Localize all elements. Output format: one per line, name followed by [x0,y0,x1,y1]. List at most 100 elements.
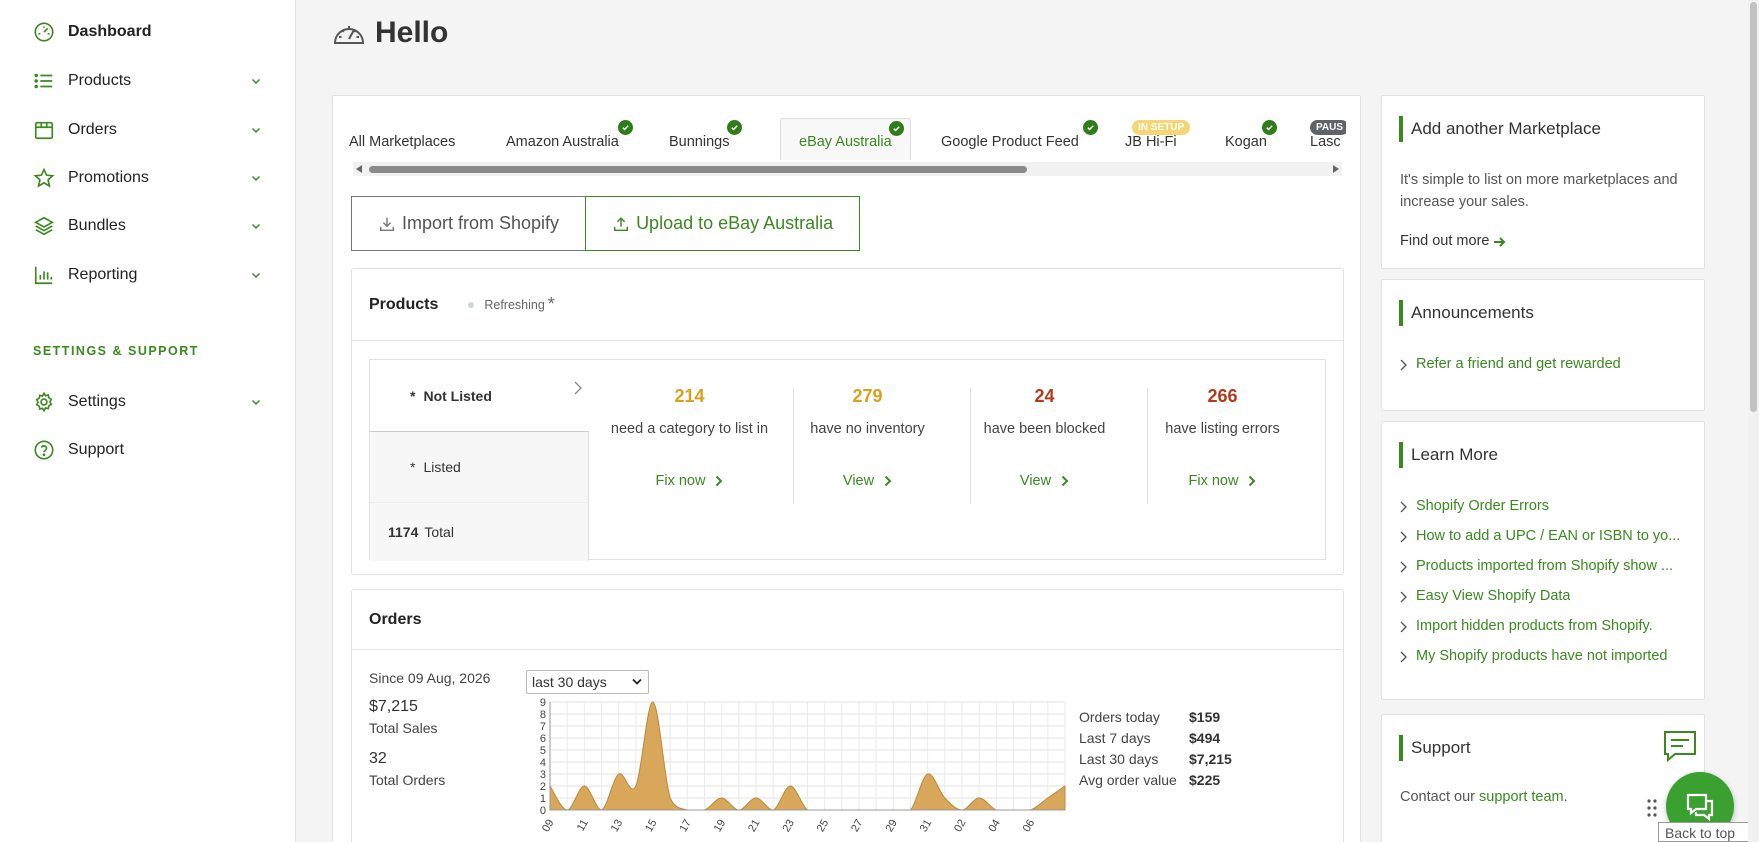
shopping-bag-icon [32,118,56,142]
support-team-link[interactable]: support team [1479,789,1564,805]
marker: * [410,459,416,475]
learn-link[interactable]: My Shopify products have not imported [1400,642,1690,672]
tab-bunnings[interactable]: Bunnings [669,118,742,160]
nav-orders[interactable]: Orders [32,115,264,145]
chevron-right-icon [1400,531,1407,543]
nav-settings[interactable]: Settings [32,387,264,417]
paused-badge: PAUS [1310,120,1346,135]
tab-lasc[interactable]: PAUS Lasc [1310,118,1346,160]
view-link[interactable]: View [843,473,892,489]
summary-value: $494 [1189,729,1221,746]
scroll-right-arrow-icon[interactable] [1333,165,1339,173]
chevron-down-icon [632,678,642,685]
total-sales-label: Total Sales [369,720,438,736]
import-from-shopify-button[interactable]: Import from Shopify [351,196,587,251]
check-circle-icon [1262,120,1277,135]
nav-dashboard[interactable]: Dashboard [32,17,264,47]
learn-link[interactable]: Easy View Shopify Data [1400,582,1690,612]
help-circle-icon [32,438,56,462]
drag-handle-icon[interactable] [1646,798,1658,821]
learn-more-card: Learn More Shopify Order Errors How to a… [1381,421,1705,700]
x-tick-label: 17 [677,818,694,835]
total-orders-value: 32 [369,750,387,767]
arrow-right-icon [1494,237,1506,247]
page-scrollbar[interactable] [1748,0,1759,842]
settings-support-heading: SETTINGS & SUPPORT [33,344,199,358]
announcements-title: Announcements [1399,300,1534,326]
products-panel: Products Refreshing * * Not Listed * Lis… [351,268,1344,575]
check-circle-icon [889,121,904,136]
stat-no-inventory: 279 have no inventory View [779,386,956,489]
summary-label: Last 30 days [1079,750,1159,767]
summary-row: Last 7 days $494 [1079,727,1232,748]
chevron-right-icon [1249,475,1256,487]
learn-link[interactable]: How to add a UPC / EAN or ISBN to yo... [1400,522,1690,552]
import-button-label: Import from Shopify [402,213,560,233]
summary-label: Avg order value [1079,771,1177,788]
y-tick-label: 4 [540,757,546,769]
upload-to-ebay-button[interactable]: Upload to eBay Australia [585,196,861,251]
tab-google-product-feed[interactable]: Google Product Feed [941,118,1098,160]
announcements-list: Refer a friend and get rewarded [1400,350,1690,380]
fix-now-link[interactable]: Fix now [656,473,724,489]
tab-jb-hi-fi[interactable]: IN SETUP JB Hi-Fi [1125,118,1191,160]
chevron-right-icon [1400,651,1407,663]
tab-listed[interactable]: * Listed [370,432,589,502]
product-stats: * Not Listed * Listed 1174 Total 214 nee… [369,359,1326,561]
stat-description: have no inventory [810,421,925,437]
learn-more-list: Shopify Order Errors How to add a UPC / … [1400,492,1690,672]
learn-link[interactable]: Shopify Order Errors [1400,492,1690,522]
tab-label: All Marketplaces [349,134,456,150]
nav-products-label: Products [68,72,132,89]
orders-header: Orders [352,590,1343,650]
orders-totals: Since 09 Aug, 2026 $7,215 Total Sales 32… [369,670,519,788]
announcement-link[interactable]: Refer a friend and get rewarded [1400,350,1690,380]
products-header: Products Refreshing * [352,269,1343,341]
nav-orders-label: Orders [68,121,117,138]
tab-not-listed[interactable]: * Not Listed [370,360,589,432]
summary-value: $159 [1189,708,1221,725]
add-marketplace-card: Add another Marketplace It's simple to l… [1381,95,1705,269]
fix-now-label: Fix now [655,473,706,489]
tab-kogan[interactable]: Kogan [1225,118,1277,160]
tab-label: Kogan [1225,134,1267,150]
in-setup-badge: IN SETUP [1132,120,1191,135]
tab-all-marketplaces[interactable]: All Marketplaces [349,118,455,160]
learn-link-label: Easy View Shopify Data [1416,588,1571,605]
find-out-more-link[interactable]: Find out more [1400,231,1690,253]
add-marketplace-title: Add another Marketplace [1399,116,1601,142]
period-select[interactable]: last 30 days [526,670,649,694]
view-link[interactable]: View [1020,473,1069,489]
products-title: Products [369,295,439,313]
back-to-top-button[interactable]: Back to top [1658,822,1759,842]
nav-promotions[interactable]: Promotions [32,163,264,193]
chevron-right-icon [1400,501,1407,513]
tabs-scrollbar[interactable] [353,162,1342,176]
nav-bundles[interactable]: Bundles [32,211,264,241]
listing-filter-tabs: * Not Listed * Listed 1174 Total [370,360,589,561]
fix-now-label: Fix now [1188,473,1239,489]
tab-ebay-australia[interactable]: eBay Australia [780,118,911,160]
fix-now-link[interactable]: Fix now [1189,473,1257,489]
nav-support[interactable]: Support [32,435,264,465]
orders-chart-svg: 012345678909 11 13 15 17 19 21 23 25 27 29 31 02 04 06 [540,697,1066,835]
learn-link[interactable]: Import hidden products from Shopify. [1400,612,1690,642]
scroll-thumb[interactable] [369,166,1027,173]
chat-message-icon[interactable] [1662,729,1698,766]
page-scroll-thumb[interactable] [1750,2,1757,412]
tab-amazon-australia[interactable]: Amazon Australia [506,118,633,160]
nav-products[interactable]: Products [32,66,264,96]
summary-value: $7,215 [1189,750,1232,767]
stat-need-category: 214 need a category to list in Fix now [601,386,778,489]
dashboard-gauge-icon [331,17,367,50]
scroll-left-arrow-icon[interactable] [356,165,362,173]
bar-chart-icon [32,263,56,287]
sidebar: Dashboard Products Orders Promotions Bun… [0,0,296,842]
period-value: last 30 days [532,674,607,690]
status-marker: * [547,294,555,314]
chevron-right-icon [1400,359,1407,371]
nav-reporting[interactable]: Reporting [32,260,264,290]
y-tick-label: 8 [540,709,546,721]
learn-link[interactable]: Products imported from Shopify show ... [1400,552,1690,582]
marketplace-card: All Marketplaces Amazon Australia Bunnin… [332,95,1361,842]
